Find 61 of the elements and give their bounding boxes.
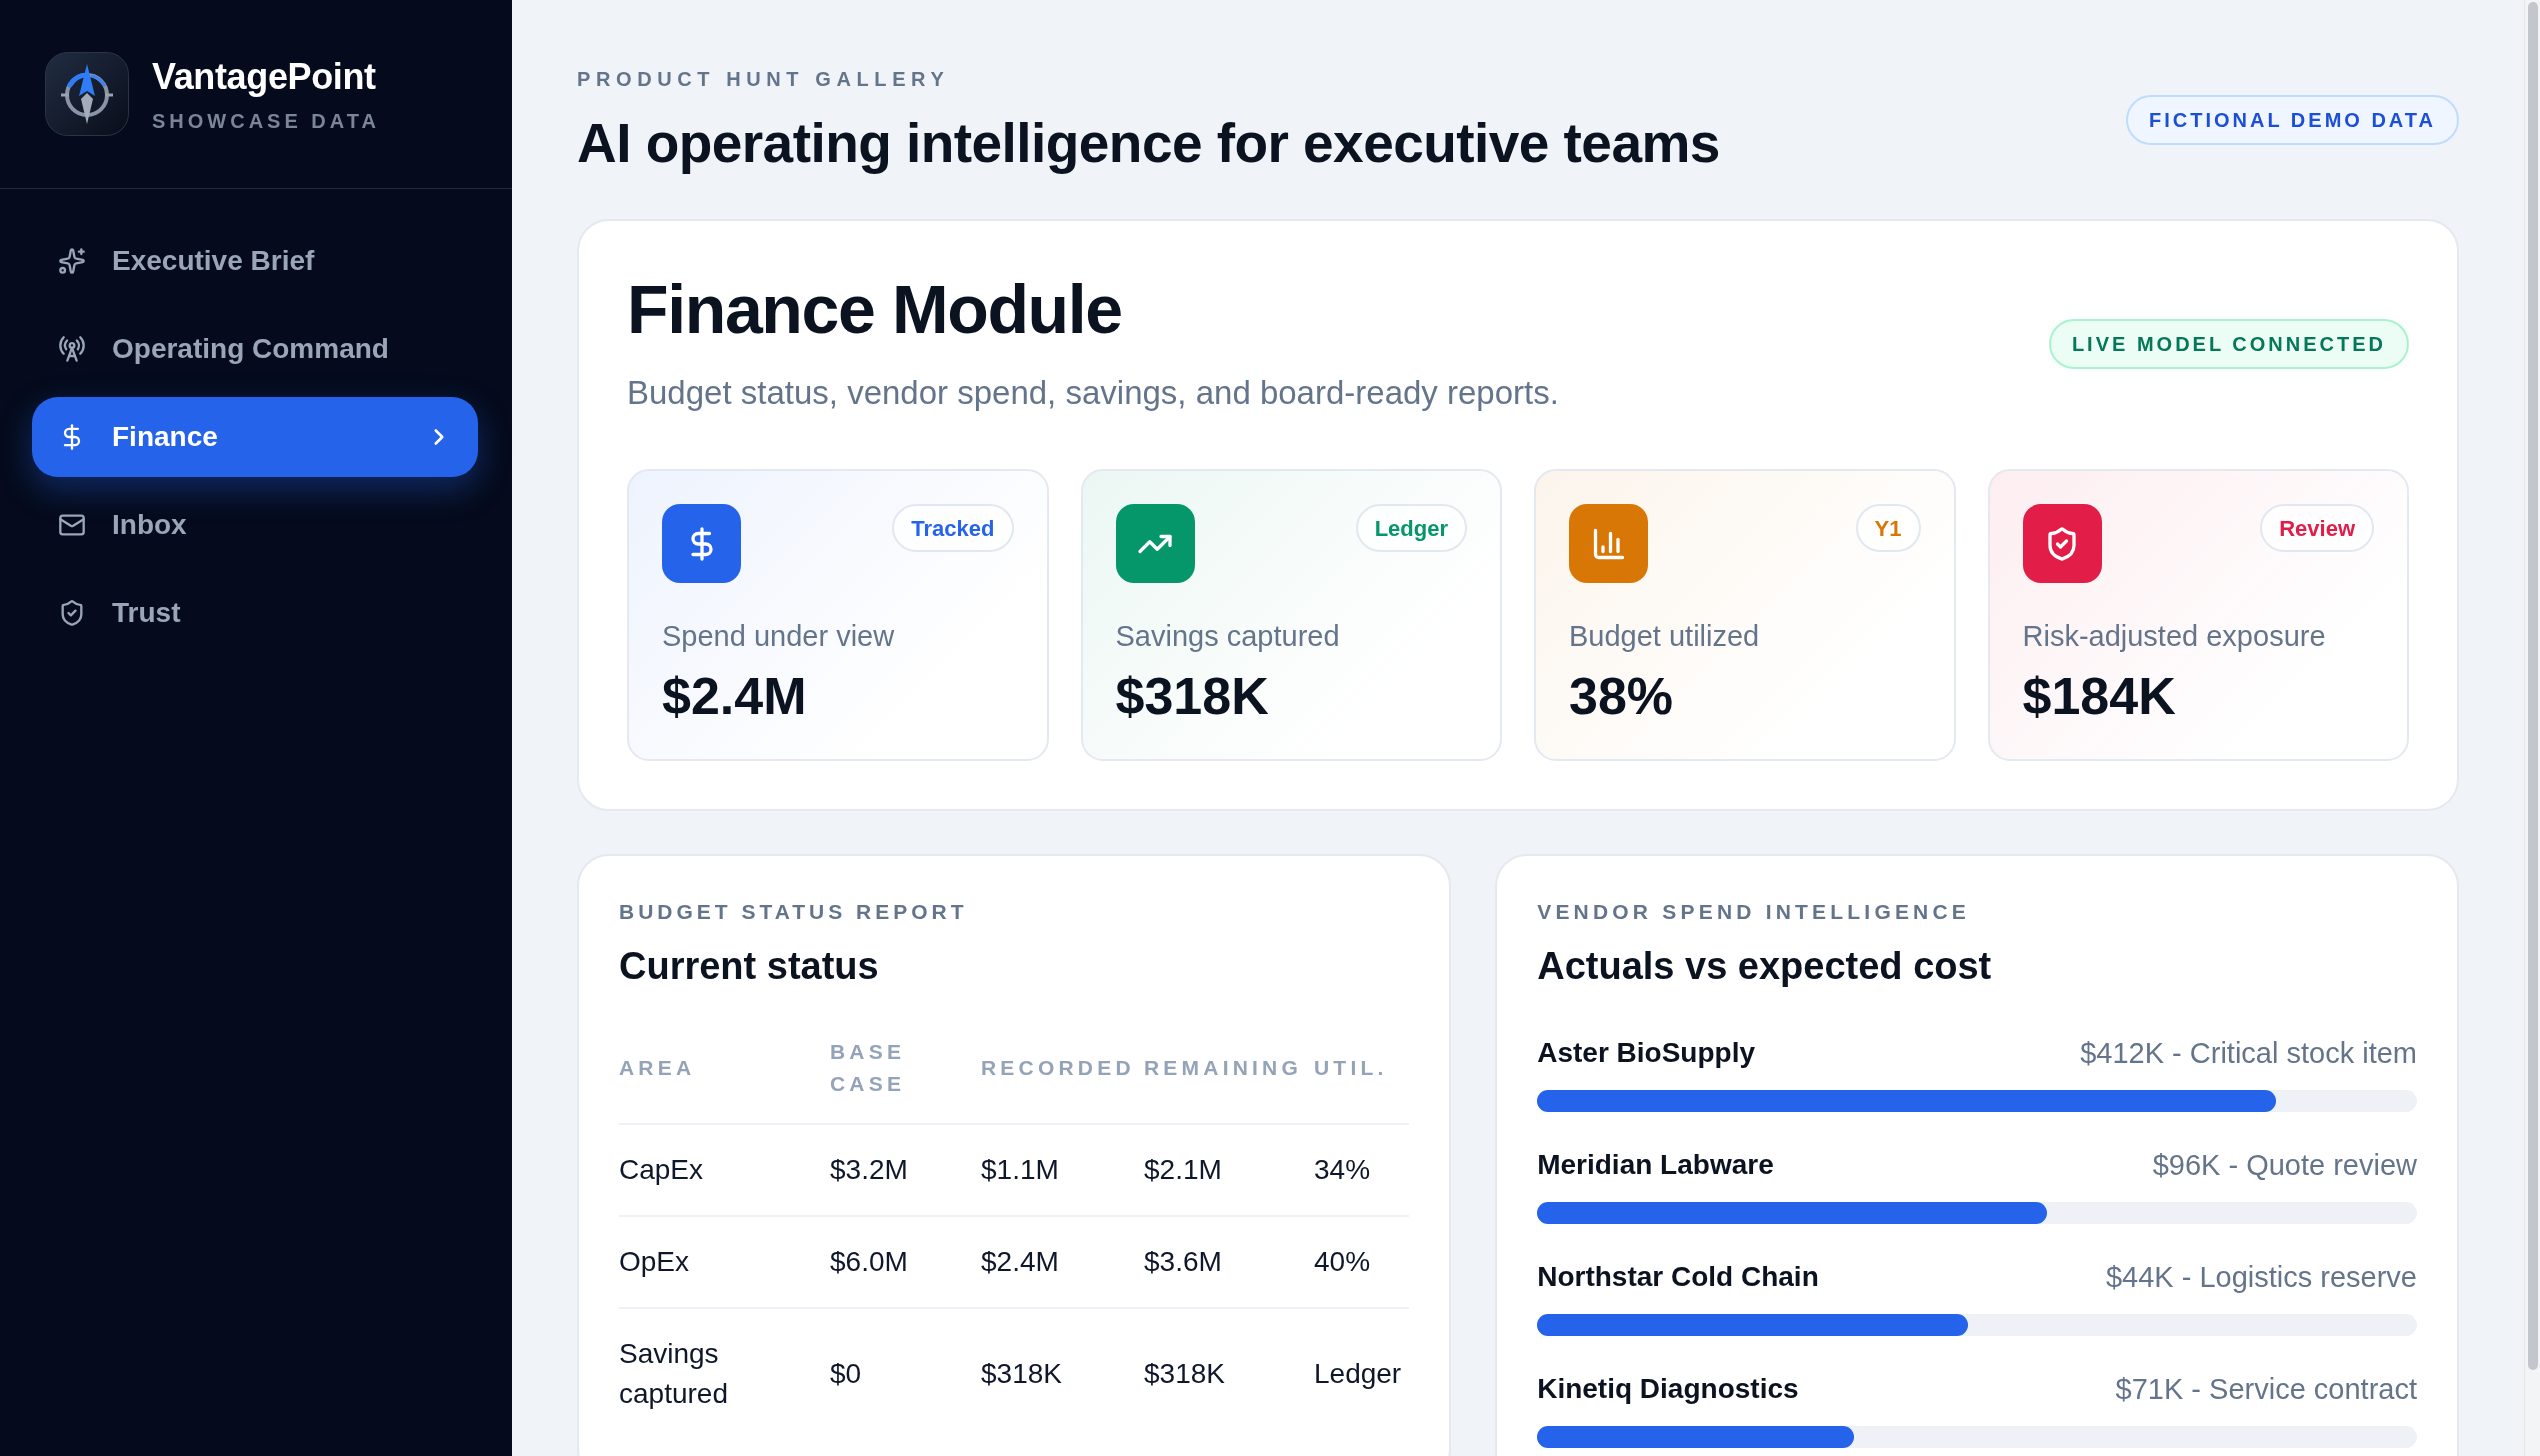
compass-logo-icon: [45, 52, 129, 136]
status-badge: LIVE MODEL CONNECTED: [2048, 319, 2409, 369]
column-header: AREA: [619, 1055, 697, 1081]
metric-value: $318K: [1115, 666, 1270, 726]
nav-item[interactable]: Trust: [32, 573, 478, 653]
brand-name: VantagePoint: [152, 54, 377, 99]
section-eyebrow: VENDOR SPEND INTELLIGENCE: [1537, 899, 1972, 925]
scrollbar-thumb[interactable]: [2527, 2, 2538, 1370]
page-eyebrow: PRODUCT HUNT GALLERY: [577, 67, 951, 91]
sparkles-icon: [58, 247, 86, 275]
vendor-name: Northstar Cold Chain: [1537, 1260, 1819, 1294]
metric-label: Risk-adjusted exposure: [2022, 619, 2327, 654]
page-title: AI operating intelligence for executive teams: [577, 113, 1720, 173]
table-cell-text: $6.0M: [830, 1245, 909, 1279]
column-header: BASE CASE: [830, 1039, 907, 1097]
table-cell-text: 34%: [1314, 1153, 1372, 1187]
table-cell-text: Ledger: [1314, 1357, 1403, 1391]
vendor-name: Meridian Labware: [1537, 1148, 1774, 1182]
vendor-spend-detail: $96K - Quote review: [2152, 1148, 2417, 1183]
table-cell-text: $318K: [1144, 1357, 1226, 1391]
nav-item[interactable]: Inbox: [32, 485, 478, 565]
table-cell-text: 40%: [1314, 1245, 1372, 1279]
nav-item[interactable]: Operating Command: [32, 309, 478, 389]
tag-badge: Y1: [1855, 504, 1921, 552]
vendor-spend-detail: $44K - Logistics reserve: [2105, 1260, 2417, 1295]
table-cell-text: CapEx: [619, 1153, 705, 1187]
table-cell-text: $3.2M: [830, 1153, 909, 1187]
table-cell-text: Savings captured: [619, 1337, 729, 1411]
table-cell-text: $318K: [981, 1357, 1063, 1391]
tag-badge: Review: [2260, 504, 2374, 552]
nav-item[interactable]: Executive Brief: [32, 221, 478, 301]
column-header: RECORDED: [981, 1055, 1136, 1081]
radio-tower-icon: [58, 335, 86, 363]
section-title: Actuals vs expected cost: [1537, 944, 1993, 989]
section-title: Current status: [619, 944, 880, 989]
module-subtitle: Budget status, vendor spend, savings, and board-ready reports.: [627, 373, 1559, 413]
vendor-name: Aster BioSupply: [1537, 1036, 1755, 1070]
table-cell-text: OpEx: [619, 1245, 691, 1279]
column-header: UTIL.: [1314, 1055, 1389, 1081]
vendor-name: Kinetiq Diagnostics: [1537, 1372, 1799, 1406]
metric-value: $184K: [2022, 666, 2177, 726]
metric-label: Spend under view: [662, 619, 896, 654]
brand-tagline: SHOWCASE DATA: [152, 108, 380, 134]
tag-badge: Ledger: [1355, 504, 1467, 552]
table-cell-text: $2.1M: [1144, 1153, 1223, 1187]
module-title: Finance Module: [627, 275, 1123, 343]
metric-label: Savings captured: [1115, 619, 1341, 654]
section-eyebrow: BUDGET STATUS REPORT: [619, 899, 969, 925]
metric-value: $2.4M: [662, 666, 808, 726]
demo-data-badge: FICTIONAL DEMO DATA: [2126, 95, 2459, 145]
column-header: REMAINING: [1144, 1055, 1303, 1081]
nav-item[interactable]: Finance: [32, 397, 478, 477]
vendor-spend-detail: $71K - Service contract: [2115, 1372, 2417, 1407]
metric-value: 38%: [1569, 666, 1675, 726]
vendor-spend-detail: $412K - Critical stock item: [2080, 1036, 2417, 1071]
metric-label: Budget utilized: [1569, 619, 1761, 654]
table-cell-text: $3.6M: [1144, 1245, 1223, 1279]
table-cell-text: $0: [830, 1357, 863, 1391]
table-cell-text: $1.1M: [981, 1153, 1060, 1187]
table-cell-text: $2.4M: [981, 1245, 1060, 1279]
tag-badge: Tracked: [892, 504, 1014, 552]
